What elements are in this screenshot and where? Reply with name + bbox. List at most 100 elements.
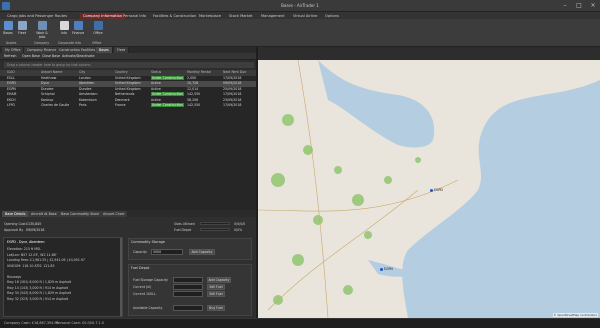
map-view[interactable]: EGPD EGPN © OpenStreetMap contributors (258, 60, 600, 318)
open-base-button[interactable]: Open Base (22, 54, 40, 58)
cell-text: Amsterdam (79, 92, 98, 96)
close-base-button[interactable]: Close Base (42, 54, 60, 58)
info-button[interactable]: Info (58, 21, 70, 35)
airport-info-line: Rwy 34 (343) 6,000 ft / 1,829 m Asphalt (7, 291, 72, 295)
bases-label: Bases (3, 31, 13, 35)
cell-text: Aberdeen (79, 81, 95, 85)
airport-info-line: Rwy 16 (161) 6,000 ft / 1,829 m Asphalt (7, 280, 72, 284)
available-capacity-label: Available Capacity (133, 306, 163, 310)
fuel-storage-capacity-label: Fuel Storage Capacity (133, 278, 168, 282)
table-cell: Under Construction (150, 103, 184, 109)
cell-text: Active (151, 81, 161, 85)
bases-button[interactable]: Bases (2, 21, 14, 35)
table-row[interactable]: LFPG Charles de Gaulle Paris France Under Co… (0, 103, 256, 109)
fuel-depot-panel: Fuel Depot Fuel Storage Capacity Add Cap… (128, 264, 252, 316)
current-100ll-input[interactable] (173, 291, 203, 297)
close-icon[interactable]: × (586, 0, 600, 12)
office-button[interactable]: Office (92, 21, 104, 35)
finance-button[interactable]: Finance (72, 21, 84, 35)
refresh-button[interactable]: Refresh (4, 54, 16, 58)
table-cell: Paris (78, 103, 112, 109)
commodity-title: Commodity Storage (131, 240, 165, 244)
table-cell: 17/09/2018 (222, 103, 256, 109)
cell-text: United Kingdom (115, 75, 141, 80)
work-jobs-button[interactable]: Work & Jobs (36, 21, 48, 39)
cell-text: Heathrow (41, 75, 57, 80)
cell-text: Under Construction (151, 75, 184, 80)
available-capacity-input[interactable] (173, 305, 203, 311)
approval-value: 09/09/2018 (26, 228, 45, 232)
cell-text: Kobenhavn (79, 97, 97, 102)
fuel-depot-summary: Fuel Depot (174, 228, 191, 232)
cell-text: 142,550 (187, 103, 201, 107)
cell-text: 23/09/2018 (223, 97, 242, 102)
cell-text: Under Construction (151, 92, 184, 96)
group-office: Office (92, 41, 102, 45)
cell-text: 17/09/2018 (223, 92, 242, 96)
airport-info-line: Lat/Lon: N57 12.03', W2 11.88' (7, 252, 57, 257)
add-capacity-button[interactable]: Add Capacity (189, 249, 215, 255)
app-window: Bases - AirTrader 1 – □ × Cargo Jobs and… (0, 0, 600, 328)
cell-text: Kastrup (41, 97, 54, 102)
approval-by: Approval By 09/09/2018 (4, 228, 44, 232)
cell-text: 10,726 (187, 81, 199, 85)
airport-info-box[interactable]: EGPD - Dyce, Aberdeen Elevation: 215 ft … (3, 237, 123, 317)
sell-fuel-button[interactable]: Sell Fuel (207, 284, 225, 290)
pin-icon (380, 267, 383, 271)
fleet-button[interactable]: Fleet (16, 21, 28, 35)
map-canvas (258, 60, 600, 318)
cell-text: Dyce (41, 81, 50, 85)
work-label: Work & Jobs (36, 31, 48, 39)
activate-deactivate-button[interactable]: Activate/Deactivate (62, 54, 95, 58)
cell-text: United Kingdom (115, 81, 141, 85)
maximize-icon[interactable]: □ (572, 0, 586, 12)
title-bar: Bases - AirTrader 1 – □ × (0, 0, 600, 12)
fuel-bar (200, 228, 230, 231)
group-by-hint[interactable]: Drag a column header here to group by th… (4, 62, 254, 68)
approval-label: Approval By (4, 228, 24, 232)
fleet-icon (17, 21, 27, 30)
fuel-storage-capacity-input[interactable] (173, 277, 203, 283)
work-icon (37, 21, 47, 30)
slots-utilised: Slots Utilised (174, 222, 195, 226)
slots-value: 0/0/0/0 (234, 222, 246, 226)
airport-info-line: Runways (7, 274, 22, 279)
slots-bar (200, 222, 230, 225)
group-corporate-info: Corporate Info (58, 41, 81, 45)
current-kl-input[interactable] (173, 284, 203, 290)
airport-info-line: Landing Fees: £1,961.55 | £2,941.09 | £4… (7, 258, 85, 262)
pin-label: EGPN (384, 267, 393, 271)
current-kl-label: Current (kl) (133, 285, 152, 289)
cell-text: Netherlands (115, 92, 135, 96)
table-cell: LFPG (6, 103, 34, 109)
info-label: Info (60, 31, 68, 35)
buy-fuel-button[interactable]: Buy Fuel (207, 305, 225, 311)
cell-text: Active (151, 97, 161, 102)
current-100ll-label: Current 100LL (133, 292, 156, 296)
land-mass (258, 60, 600, 318)
cell-text: 58,206 (187, 97, 199, 102)
cell-text: 09/09/2018 (223, 81, 242, 85)
capacity-input[interactable]: 5000 (151, 249, 183, 255)
company-cash: Company Cash: £16,867,394.91 (4, 321, 59, 325)
status-bar: Company Cash: £16,867,394.91 Personal Ca… (0, 318, 600, 328)
map-pin-egpd[interactable]: EGPD (430, 188, 443, 192)
ribbon: Bases Fleet Work & Jobs Info Finance Off… (0, 19, 600, 47)
info-icon (59, 21, 69, 30)
cell-text: Denmark (115, 97, 130, 102)
info-scrollbar[interactable] (120, 238, 122, 316)
cell-text: 12,014 (187, 86, 199, 91)
cell-text: Dundee (41, 86, 54, 91)
airport-info-line: Elevation: 215 ft MSL (7, 247, 41, 251)
pin-label: EGPD (434, 188, 443, 192)
map-pin-egpn[interactable]: EGPN (380, 267, 393, 271)
sell-100ll-button[interactable]: Sell Fuel (207, 291, 225, 297)
cell-text: 17/09/2018 (223, 103, 242, 107)
minimize-icon[interactable]: – (558, 0, 572, 12)
cell-text: France (115, 103, 126, 107)
capacity-label: Capacity (133, 250, 147, 254)
bases-table: ICAO Airport Name City Country Status Mo… (0, 70, 256, 210)
map-attribution[interactable]: © OpenStreetMap contributors (552, 313, 598, 317)
add-fuel-capacity-button[interactable]: Add Capacity (207, 277, 231, 283)
base-toolbar: Refresh Open Base Close Base Activate/De… (0, 53, 256, 60)
